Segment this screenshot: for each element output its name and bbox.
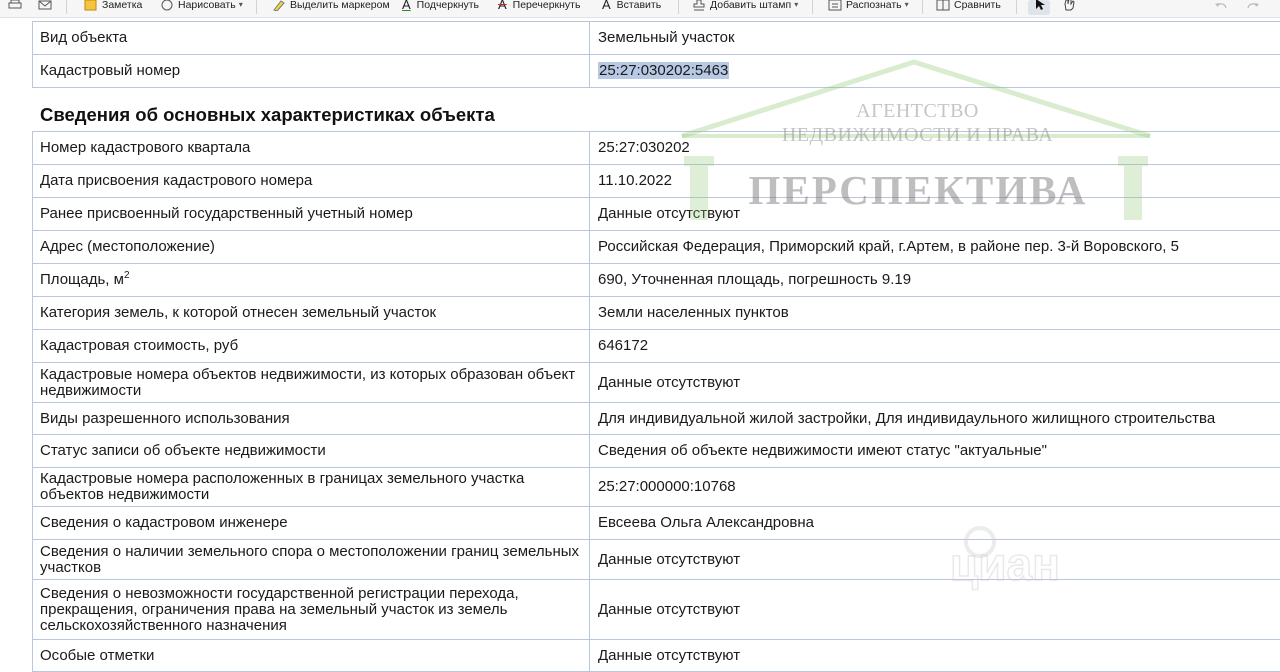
hand-icon[interactable] [1062,0,1080,13]
area-unit-superscript: 2 [124,270,130,281]
chevron-down-icon: ▾ [794,0,798,9]
table-row: Кадастровые номера объектов недвижимости… [33,363,1280,403]
table-row: Адрес (местоположение) Российская Федера… [33,231,1280,264]
watermark-brand: ПЕРСПЕКТИВА [738,166,1098,214]
row-label: Сведения о кадастровом инженере [33,507,590,540]
row-label: Статус записи об объекте недвижимости [33,435,590,468]
draw-label: Нарисовать [178,0,236,11]
compare-label: Сравнить [954,0,1001,11]
insert-button[interactable]: A Вставить [602,0,661,13]
highlighter-icon [272,0,286,11]
stamp-icon [692,0,706,11]
note-icon [84,0,98,11]
row-label: Категория земель, к которой отнесен земе… [33,297,590,330]
stamp-label: Добавить штамп [710,0,791,11]
row-label: Особые отметки [33,640,590,672]
watermark-line1: АГЕНТСТВО [810,100,1025,123]
table-row: Статус записи об объекте недвижимости Св… [33,435,1280,468]
row-value: Данные отсутствуют [590,580,1280,640]
row-value: 690, Уточненная площадь, погрешность 9.1… [590,264,1280,297]
row-label: Сведения о наличии земельного спора о ме… [33,540,590,580]
recognize-icon [828,0,842,11]
row-label: Адрес (местоположение) [33,231,590,264]
mail-icon[interactable] [38,0,56,13]
compare-button[interactable]: Сравнить [936,0,1001,13]
table-row: Виды разрешенного использования Для инди… [33,403,1280,435]
strikethrough-icon: A [498,0,507,12]
table-row: Особые отметки Данные отсутствуют [33,640,1280,672]
print-icon[interactable] [8,0,26,13]
row-label: Кадастровая стоимость, руб [33,330,590,363]
undo-icon[interactable] [1214,0,1232,13]
table-row: Кадастровые номера расположенных в грани… [33,468,1280,507]
row-value: Данные отсутствуют [590,640,1280,672]
table-row: Кадастровая стоимость, руб 646172 [33,330,1280,363]
table-row: Вид объекта Земельный участок [33,22,1280,55]
recognize-button[interactable]: Распознать▾ [828,0,909,13]
table-row: Сведения о невозможности государственной… [33,580,1280,640]
draw-icon [160,0,174,11]
row-label: Кадастровые номера объектов недвижимости… [33,363,590,403]
row-label: Кадастровый номер [33,55,590,88]
row-value: 646172 [590,330,1280,363]
table-row: Сведения о наличии земельного спора о ме… [33,540,1280,580]
row-value: Данные отсутствуют [590,363,1280,403]
area-label: Площадь, м [40,271,124,288]
compare-icon [936,0,950,11]
chevron-down-icon: ▾ [239,0,243,9]
table-row: Площадь, м2 690, Уточненная площадь, пог… [33,264,1280,297]
insert-label: Вставить [617,0,662,11]
row-label: Виды разрешенного использования [33,403,590,435]
row-label: Ранее присвоенный государственный учетны… [33,198,590,231]
underline-label: Подчеркнуть [417,0,479,11]
row-label: Номер кадастрового квартала [33,132,590,165]
underline-button[interactable]: A Подчеркнуть [402,0,479,13]
row-label: Вид объекта [33,22,590,55]
row-label: Площадь, м2 [33,264,590,297]
stamp-button[interactable]: Добавить штамп▾ [692,0,798,13]
recognize-label: Распознать [846,0,902,11]
row-value: Земельный участок [590,22,1280,55]
object-summary-table: Вид объекта Земельный участок Кадастровы… [32,21,1280,88]
row-value: Для индивидуальной жилой застройки, Для … [590,403,1280,435]
row-value: Данные отсутствуют [590,540,1280,580]
chevron-down-icon: ▾ [905,0,909,9]
row-value: 25:27:000000:10768 [590,468,1280,507]
row-label: Кадастровые номера расположенных в грани… [33,468,590,507]
row-value: Российская Федерация, Приморский край, г… [590,231,1280,264]
redo-icon[interactable] [1246,0,1264,13]
note-label: Заметка [102,0,142,11]
row-label: Сведения о невозможности государственной… [33,580,590,640]
row-value: 25:27:030202:5463 [590,55,1280,88]
row-label: Дата присвоения кадастрового номера [33,165,590,198]
row-value: Евсеева Ольга Александровна [590,507,1280,540]
draw-button[interactable]: Нарисовать▾ [160,0,243,13]
strikethrough-button[interactable]: A Перечеркнуть [498,0,580,13]
strikethrough-label: Перечеркнуть [513,0,581,11]
highlighter-button[interactable]: Выделить маркером [272,0,390,13]
table-row: Сведения о кадастровом инженере Евсеева … [33,507,1280,540]
pdf-toolbar: Заметка Нарисовать▾ Выделить маркером A … [0,0,1280,18]
row-value: Земли населенных пунктов [590,297,1280,330]
table-row: Кадастровый номер 25:27:030202:5463 [33,55,1280,88]
insert-icon: A [602,0,611,12]
row-value: Сведения об объекте недвижимости имеют с… [590,435,1280,468]
highlighter-label: Выделить маркером [290,0,390,11]
underline-icon: A [402,0,411,12]
cadastral-number-selected[interactable]: 25:27:030202:5463 [598,62,729,79]
watermark-line2: НЕДВИЖИМОСТИ И ПРАВА [740,124,1095,147]
note-button[interactable]: Заметка [84,0,142,13]
section-title: Сведения об основных характеристиках объ… [40,104,495,126]
cursor-icon[interactable] [1034,0,1050,13]
table-row: Категория земель, к которой отнесен земе… [33,297,1280,330]
